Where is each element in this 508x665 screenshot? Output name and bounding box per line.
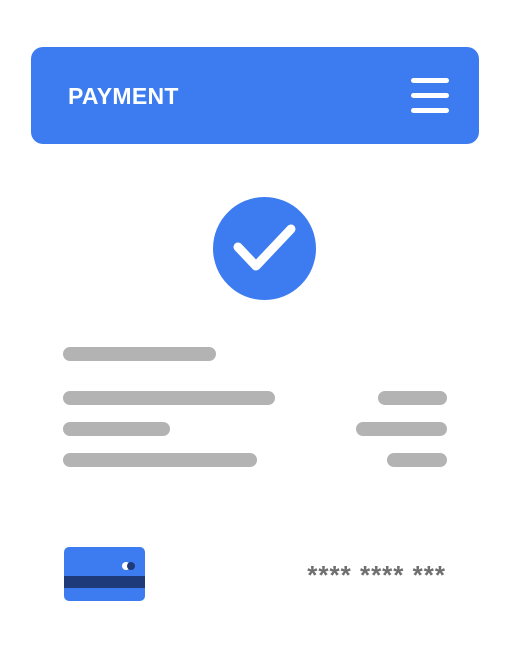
menu-bar-middle: [411, 93, 449, 98]
hamburger-menu-icon[interactable]: [409, 77, 451, 115]
page-title: PAYMENT: [68, 83, 179, 109]
detail-value-placeholder-2: [356, 422, 447, 436]
credit-card-icon: [64, 547, 145, 601]
card-magnetic-stripe: [64, 576, 145, 588]
checkmark-icon: [233, 224, 296, 271]
menu-bar-top: [411, 78, 449, 83]
summary-title-placeholder: [63, 347, 216, 361]
card-logo-dots: [122, 561, 136, 571]
payment-header: PAYMENT: [31, 47, 479, 144]
masked-card-number: **** **** ***: [307, 560, 446, 590]
detail-label-placeholder-1: [63, 391, 275, 405]
detail-value-placeholder-3: [387, 453, 447, 467]
detail-label-placeholder-2: [63, 422, 170, 436]
menu-bar-bottom: [411, 108, 449, 113]
payment-success-badge: [213, 197, 316, 300]
detail-label-placeholder-3: [63, 453, 257, 467]
detail-value-placeholder-1: [378, 391, 447, 405]
